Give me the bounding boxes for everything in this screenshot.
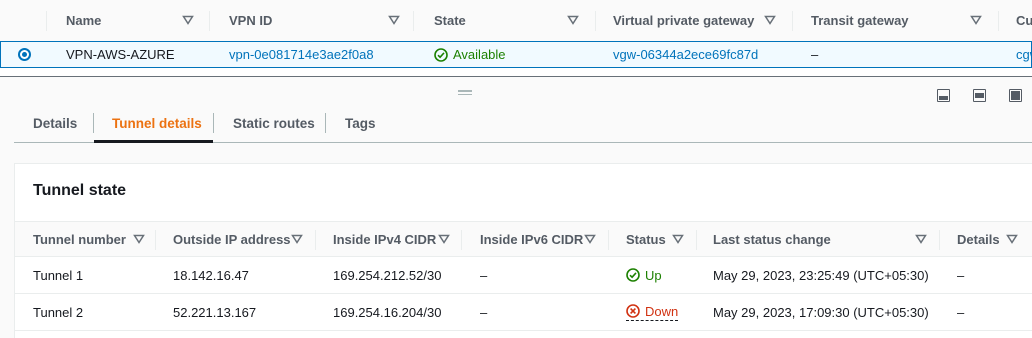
maximize-panel-icon[interactable] (1009, 89, 1022, 102)
column-divider (155, 230, 156, 250)
column-divider (608, 230, 609, 250)
check-circle-icon (626, 268, 640, 282)
tunnel-table-header: Tunnel number Outside IP address Inside … (15, 221, 1032, 257)
check-circle-icon (434, 47, 448, 62)
column-divider (413, 11, 414, 31)
column-divider (461, 230, 462, 250)
column-divider (998, 11, 999, 31)
tunnel-number: Tunnel 1 (33, 267, 84, 283)
error-circle-icon (626, 304, 640, 318)
tab-divider (325, 113, 326, 133)
split-side-icon[interactable] (973, 89, 986, 102)
column-header-transit-gateway[interactable]: Transit gateway (811, 0, 909, 41)
vpn-state: Available (434, 42, 506, 67)
tab-divider (213, 113, 214, 133)
sort-icon[interactable] (438, 233, 450, 245)
column-divider (792, 11, 793, 31)
tunnel-number: Tunnel 2 (33, 304, 84, 320)
sort-icon[interactable] (291, 233, 303, 245)
sort-icon[interactable] (915, 233, 927, 245)
column-divider (46, 11, 47, 31)
tunnel-state-title: Tunnel state (33, 182, 127, 199)
customer-gateway-link[interactable]: cgw (1016, 42, 1032, 67)
split-bottom-icon[interactable] (937, 89, 950, 102)
vpn-state-label: Available (453, 47, 506, 62)
inside-ipv4-cidr: 169.254.212.52/30 (333, 267, 442, 283)
column-header-last-status-change[interactable]: Last status change (713, 222, 831, 257)
sort-icon[interactable] (133, 233, 145, 245)
column-header-customer-gateway[interactable]: Cu (1016, 0, 1032, 41)
table-row: Tunnel 2 52.221.13.167 169.254.16.204/30… (15, 294, 1032, 331)
column-divider (595, 11, 596, 31)
tunnel-status-down[interactable]: Down (626, 294, 679, 330)
vgw-link[interactable]: vgw-06344a2ece69fc87d (613, 42, 758, 67)
vpn-id-link[interactable]: vpn-0e081714e3ae2f0a8 (229, 42, 374, 67)
tab-list: Details Tunnel details Static routes Tag… (14, 103, 1032, 143)
column-header-virtual-private-gateway[interactable]: Virtual private gateway (613, 0, 754, 41)
tab-tunnel-details[interactable]: Tunnel details (112, 103, 202, 143)
column-divider (939, 230, 940, 250)
column-header-tunnel-number[interactable]: Tunnel number (33, 222, 126, 257)
sort-icon[interactable] (672, 233, 684, 245)
tab-divider (93, 113, 94, 133)
outside-ip: 18.142.16.47 (173, 267, 249, 283)
tab-tags[interactable]: Tags (345, 103, 376, 143)
vpn-table-header: Name VPN ID State Virtual private gatewa… (0, 0, 1032, 41)
table-row: Tunnel 1 18.142.16.47 169.254.212.52/30 … (15, 257, 1032, 294)
active-tab-indicator (94, 140, 213, 143)
tunnel-state-container: Tunnel state Tunnel number Outside IP ad… (14, 163, 1032, 338)
sort-icon[interactable] (1006, 233, 1018, 245)
tab-details[interactable]: Details (33, 103, 77, 143)
transit-gateway-value: – (811, 47, 819, 62)
sort-icon[interactable] (970, 14, 982, 26)
row-select-radio[interactable] (18, 48, 31, 61)
last-status-change: May 29, 2023, 17:09:30 (UTC+05:30) (713, 304, 929, 320)
column-header-state[interactable]: State (434, 0, 466, 41)
inside-ipv6-cidr: – (480, 304, 488, 320)
column-header-status[interactable]: Status (626, 222, 666, 257)
column-header-outside-ip[interactable]: Outside IP address (173, 222, 291, 257)
column-header-details[interactable]: Details (957, 222, 1000, 257)
status-label: Down (645, 303, 679, 319)
tunnel-details: – (957, 304, 965, 320)
sort-icon[interactable] (388, 14, 400, 26)
sort-icon[interactable] (567, 14, 579, 26)
column-header-vpn-id[interactable]: VPN ID (229, 0, 272, 41)
column-divider (696, 230, 697, 250)
column-header-inside-ipv6[interactable]: Inside IPv6 CIDR (480, 222, 583, 257)
column-divider (209, 11, 210, 31)
resize-handle-icon[interactable] (458, 90, 472, 96)
vpn-connections-table: Name VPN ID State Virtual private gatewa… (0, 0, 1032, 76)
column-header-inside-ipv4[interactable]: Inside IPv4 CIDR (333, 222, 436, 257)
column-header-name[interactable]: Name (66, 0, 101, 41)
sort-icon[interactable] (182, 14, 194, 26)
vpn-name: VPN-AWS-AZURE (66, 47, 175, 62)
column-divider (315, 230, 316, 250)
inside-ipv6-cidr: – (480, 267, 488, 283)
tunnel-details: – (957, 267, 965, 283)
split-panel: Details Tunnel details Static routes Tag… (0, 76, 1032, 338)
status-label: Up (645, 267, 662, 283)
sort-icon[interactable] (584, 233, 596, 245)
tab-static-routes[interactable]: Static routes (233, 103, 315, 143)
tunnel-status-up: Up (626, 257, 662, 293)
inside-ipv4-cidr: 169.254.16.204/30 (333, 304, 442, 320)
vpn-table-row-selected[interactable]: VPN-AWS-AZURE vpn-0e081714e3ae2f0a8 Avai… (0, 41, 1032, 68)
last-status-change: May 29, 2023, 23:25:49 (UTC+05:30) (713, 267, 929, 283)
outside-ip: 52.221.13.167 (173, 304, 257, 320)
sort-icon[interactable] (764, 14, 776, 26)
